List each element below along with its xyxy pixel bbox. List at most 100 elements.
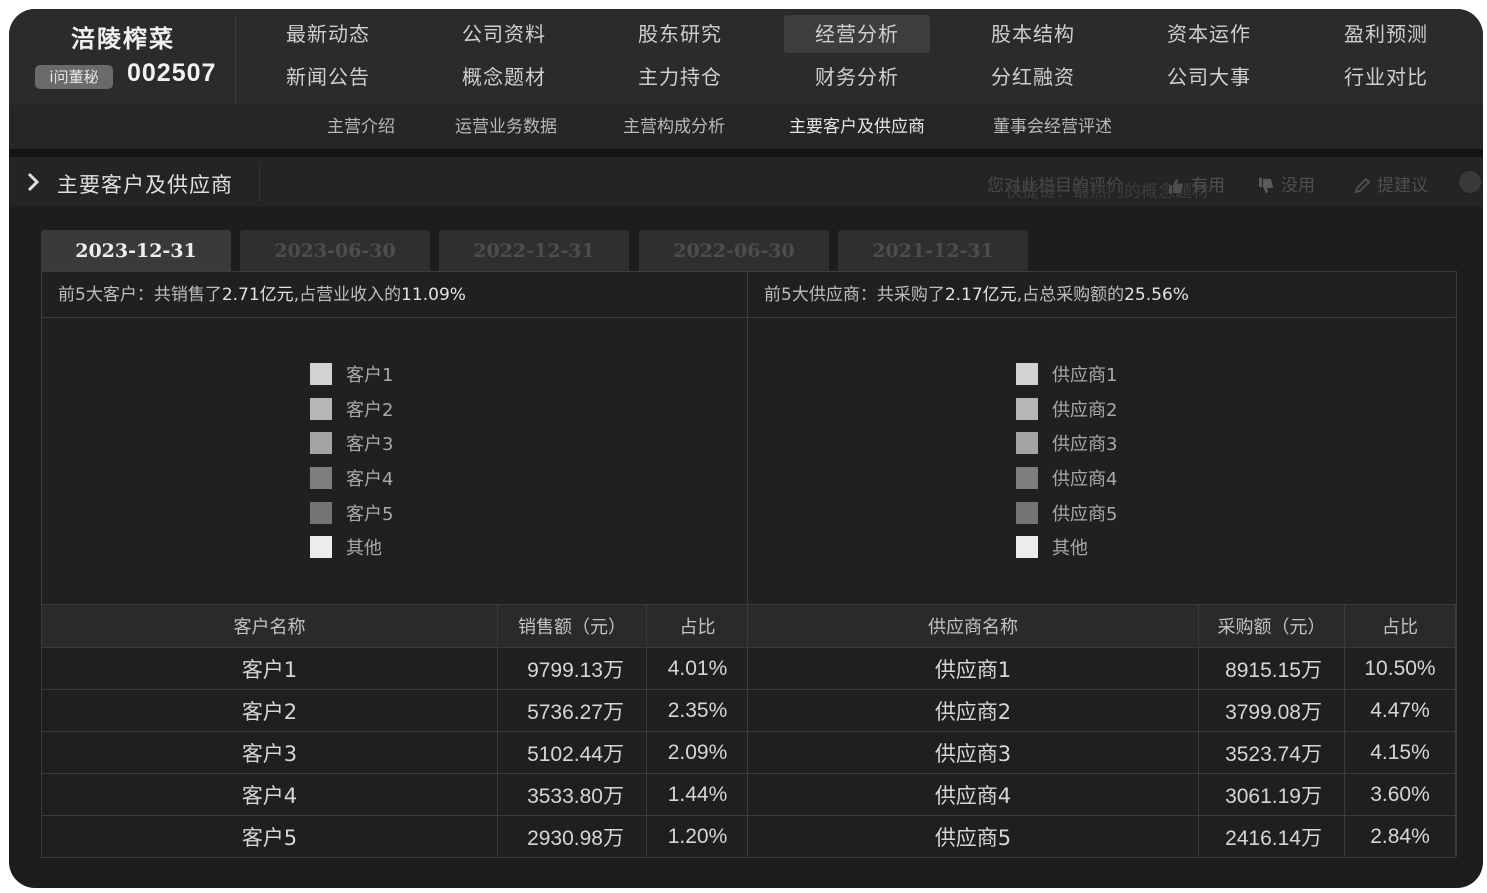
tab-date-2021-12-31[interactable]: 2021-12-31 [838,230,1028,272]
customer-name: 客户2 [41,689,498,732]
legend-item[interactable]: 其他 [1016,530,1117,565]
supplier-name: 供应商1 [747,647,1199,690]
legend-item[interactable]: 客户1 [310,357,393,392]
legend-label: 供应商5 [1052,503,1118,525]
nav-concepts[interactable]: 概念题材 [431,58,577,96]
legend-label: 客户2 [346,399,394,421]
column-header[interactable]: 销售额（元） [497,604,647,648]
column-header[interactable]: 采购额（元） [1198,604,1345,648]
section-title: 主要客户及供应商 [57,173,233,197]
column-header[interactable]: 占比 [1344,604,1456,648]
ask-secretary-button[interactable]: i问董秘 [35,65,113,89]
subnav-board-review[interactable]: 董事会经营评述 [993,105,1112,149]
subnav-main-business-intro[interactable]: 主营介绍 [327,105,395,149]
legend-swatch [1016,363,1038,386]
legend-item[interactable]: 供应商3 [1016,426,1117,461]
chevron-right-icon[interactable] [23,169,45,195]
customers-summary-mid: ,占营业收入的 [293,285,402,305]
table-row: 供应商3 3523.74万 4.15% [747,731,1456,774]
nav-financial-analysis[interactable]: 财务分析 [784,58,930,96]
useless-button[interactable]: 没用 [1257,171,1315,196]
table-row: 客户5 2930.98万 1.20% [41,815,749,858]
sales-amount: 5102.44万 [497,731,647,774]
table-row: 供应商4 3061.19万 3.60% [747,773,1456,816]
legend-label: 客户3 [346,434,394,456]
supplier-name: 供应商2 [747,689,1199,732]
customer-name: 客户4 [41,773,498,816]
nav-dividends-financing[interactable]: 分红融资 [960,58,1106,96]
suggest-button[interactable]: 提建议 [1353,171,1428,196]
purchase-amount: 3799.08万 [1198,689,1345,732]
nav-industry-comparison[interactable]: 行业对比 [1313,58,1459,96]
suppliers-summary: 前5大供应商：共采购了2.17亿元,占总采购额的25.56% [748,272,1455,318]
stock-header: 涪陵榨菜 i问董秘 002507 最新动态 公司资料 股东研究 经营分析 股本结… [9,9,1483,149]
subnav-revenue-composition[interactable]: 主营构成分析 [623,105,725,149]
help-icon[interactable] [1459,171,1481,193]
nav-business-analysis[interactable]: 经营分析 [784,15,930,53]
subnav-operating-data[interactable]: 运营业务数据 [455,105,557,149]
nav-company-info[interactable]: 公司资料 [431,15,577,53]
thumbs-up-icon [1169,179,1183,194]
nav-shareholder-research[interactable]: 股东研究 [607,15,753,53]
legend-label: 其他 [346,538,382,560]
legend-item[interactable]: 客户2 [310,392,393,427]
legend-swatch [310,432,332,455]
suppliers-summary-prefix: 前5大供应商：共采购了 [764,285,945,305]
legend-item[interactable]: 供应商1 [1016,357,1117,392]
legend-item[interactable]: 供应商5 [1016,495,1117,530]
table-row: 供应商5 2416.14万 2.84% [747,815,1456,858]
tab-date-2022-06-30[interactable]: 2022-06-30 [639,230,829,272]
column-header[interactable]: 供应商名称 [747,604,1199,648]
customers-summary-pct: 11.09% [401,285,466,305]
share-percent: 3.60% [1344,773,1456,816]
sales-amount: 9799.13万 [497,647,647,690]
legend-item[interactable]: 供应商2 [1016,392,1117,427]
column-header[interactable]: 占比 [646,604,749,648]
nav-profit-forecast[interactable]: 盈利预测 [1313,15,1459,53]
table-row: 客户1 9799.13万 4.01% [41,647,749,690]
legend-item[interactable]: 客户3 [310,426,393,461]
legend-item[interactable]: 供应商4 [1016,461,1117,496]
pencil-icon [1354,177,1371,194]
customer-name: 客户1 [41,647,498,690]
share-percent: 1.20% [646,815,749,858]
tab-date-2022-12-31[interactable]: 2022-12-31 [439,230,629,272]
customer-name: 客户3 [41,731,498,774]
nav-major-events[interactable]: 公司大事 [1136,58,1282,96]
customers-table: 客户名称 销售额（元） 占比 客户1 9799.13万 4.01% 客户2 57… [41,604,749,858]
legend-item[interactable]: 其他 [310,530,393,565]
nav-announcements[interactable]: 新闻公告 [255,58,401,96]
customers-summary: 前5大客户：共销售了2.71亿元,占营业收入的11.09% [42,272,747,318]
share-percent: 4.47% [1344,689,1456,732]
legend-item[interactable]: 客户4 [310,461,393,496]
useful-label: 有用 [1191,176,1225,196]
company-name: 涪陵榨菜 [71,24,175,53]
column-header[interactable]: 客户名称 [41,604,498,648]
legend-label: 客户4 [346,469,394,491]
sales-amount: 2930.98万 [497,815,647,858]
customers-summary-amount: 2.71亿元 [221,285,294,305]
customers-summary-prefix: 前5大客户：共销售了 [58,285,222,305]
tab-date-2023-06-30[interactable]: 2023-06-30 [240,230,430,272]
legend-label: 供应商1 [1052,365,1118,387]
legend-item[interactable]: 客户5 [310,495,393,530]
sales-amount: 5736.27万 [497,689,647,732]
thumbs-down-icon [1259,178,1273,193]
nav-capital-operation[interactable]: 资本运作 [1136,15,1282,53]
supplier-name: 供应商3 [747,731,1199,774]
nav-main-holdings[interactable]: 主力持仓 [607,58,753,96]
header-shadow [9,149,1483,157]
supplier-name: 供应商4 [747,773,1199,816]
share-percent: 2.84% [1344,815,1456,858]
tab-date-2023-12-31[interactable]: 2023-12-31 [41,230,231,272]
legend-swatch [310,467,332,490]
brand-block: 涪陵榨菜 i问董秘 002507 [9,9,237,105]
purchase-amount: 8915.15万 [1198,647,1345,690]
share-percent: 2.09% [646,731,749,774]
useless-label: 没用 [1281,176,1315,196]
nav-equity-structure[interactable]: 股本结构 [960,15,1106,53]
subnav-customers-suppliers[interactable]: 主要客户及供应商 [789,105,925,149]
nav-latest-news[interactable]: 最新动态 [255,15,401,53]
useful-button[interactable]: 有用 [1167,171,1225,196]
table-header-row: 客户名称 销售额（元） 占比 [41,604,749,648]
